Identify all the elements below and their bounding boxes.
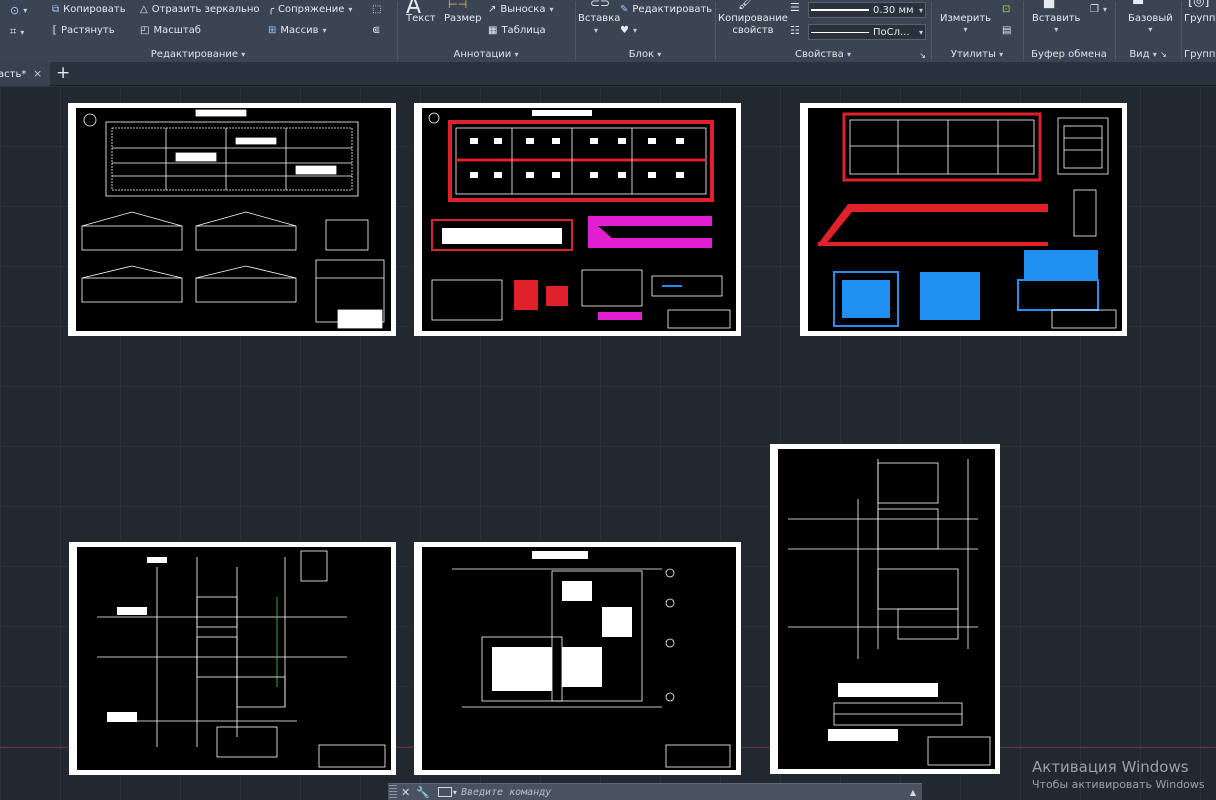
paste-icon: ▆ [1044, 0, 1054, 9]
block-edit-icon: ✎ [620, 4, 629, 15]
windows-activation-watermark: Активация Windows Чтобы активировать Win… [1032, 758, 1205, 791]
lineweight-icon: ☰ [790, 1, 800, 14]
drawing-floor-plan [452, 551, 731, 768]
drawing-plan-sections [81, 109, 385, 329]
panel-modify: ⊙ ▾ ⌗ ▾ ⧉ Копировать △ Отразить зеркально … [0, 0, 396, 62]
group-button[interactable]: Группа [1184, 13, 1216, 24]
linetype-select[interactable]: ПоСл... ▾ [808, 24, 926, 40]
base-view-icon: ▬ [1132, 0, 1145, 9]
array-button[interactable]: ⊞ Массив ▾ [268, 25, 327, 36]
calculator-icon[interactable]: ▤ [1002, 25, 1011, 36]
panel-annotation: A Текст ⊢⊣ Размер ↗ Выноска ▾ ▦ Таблица … [398, 0, 574, 62]
layout-sheet-1[interactable] [68, 103, 396, 336]
panel-utilities: Измерить ▾ ⊡ ▤ Утилиты ▾ [932, 0, 1022, 62]
frame-icon: ⌗ [10, 25, 17, 38]
mirror-button[interactable]: △ Отразить зеркально [140, 4, 260, 15]
command-line: ✕ 🔧 ▾ ▲ [388, 783, 922, 800]
document-tab[interactable]: асть* [0, 62, 50, 86]
eye-icon: ⊙ [10, 4, 20, 17]
table-icon: ▦ [488, 25, 498, 36]
panel-block: ⊂⊃ Вставка ▾ ✎ Редактировать ♥ ▾ Блок ▾ [576, 0, 714, 62]
autocad-window: ⊙ ▾ ⌗ ▾ ⧉ Копировать △ Отразить зеркально … [0, 0, 1216, 800]
attribute-icon: ♥ [620, 25, 629, 36]
add-tab-icon[interactable]: + [56, 63, 70, 83]
attribute-button[interactable]: ♥ ▾ [620, 25, 637, 36]
paste-button[interactable]: Вставить ▾ [1032, 13, 1080, 35]
insert-button[interactable]: Вставка [578, 13, 620, 24]
close-icon[interactable]: × [33, 67, 42, 80]
command-history-icon[interactable] [437, 787, 452, 797]
table-button[interactable]: ▦ Таблица [488, 25, 546, 36]
copy-clip-button[interactable]: ❐ ▾ [1090, 4, 1107, 15]
chevron-up-icon[interactable]: ▲ [910, 788, 916, 797]
panel-clipboard: ▆ Вставить ▾ ❐ ▾ Буфер обмена [1024, 0, 1114, 62]
wrench-icon[interactable]: 🔧 [416, 786, 430, 799]
panel-properties: 🖌 Копирование свойств ☰ 0.30 мм ▾ ☷ ПоСл… [716, 0, 930, 62]
dimension-icon: ⊢⊣ [448, 0, 468, 11]
panel-groups: [◎] Группа Групп [1182, 0, 1216, 62]
fillet-button[interactable]: ╭ Сопряжение ▾ [268, 4, 352, 15]
array-icon: ⊞ [268, 25, 277, 36]
panel-title-properties[interactable]: Свойства ▾ [716, 49, 930, 60]
stretch-icon: ⟦ [52, 25, 57, 36]
layout-sheet-6[interactable] [770, 444, 1000, 774]
offset-button[interactable]: ⋐ [372, 25, 380, 36]
measure-button[interactable]: Измерить ▾ [940, 13, 991, 35]
frame-dropdown[interactable]: ⌗ ▾ [10, 25, 24, 39]
scale-icon: ◰ [140, 25, 150, 36]
scale-button[interactable]: ◰ Масштаб [140, 25, 201, 36]
insert-icon: ⊂⊃ [590, 0, 611, 10]
match-properties-icon: 🖌 [738, 0, 754, 10]
drawing-blue-zones [818, 112, 1117, 329]
dimension-button[interactable]: Размер [444, 13, 482, 24]
3d-box-button[interactable]: ⬚ [372, 4, 381, 15]
layout-sheet-5[interactable] [414, 542, 741, 775]
layout-sheet-4[interactable] [69, 542, 396, 775]
chevron-down-icon[interactable]: ▾ [453, 788, 457, 797]
layout-sheet-3[interactable] [800, 103, 1127, 336]
command-input[interactable] [460, 784, 910, 800]
box-icon: ⬚ [372, 4, 382, 15]
panel-title-modify[interactable]: Редактирование ▾ [0, 49, 396, 60]
block-edit-button[interactable]: ✎ Редактировать [620, 4, 712, 15]
mirror-icon: △ [140, 4, 148, 15]
linetype-icon: ☷ [790, 24, 800, 37]
stretch-button[interactable]: ⟦ Растянуть [52, 25, 115, 36]
panel-title-view[interactable]: Вид ▾ ↘ [1116, 49, 1180, 60]
group-icon: [◎] [1188, 0, 1210, 9]
leader-icon: ↗ [488, 4, 497, 15]
copy-clip-icon: ❐ [1090, 4, 1099, 15]
base-view-button[interactable]: Базовый ▾ [1128, 13, 1173, 35]
panel-title-clipboard[interactable]: Буфер обмена [1024, 49, 1114, 60]
drawing-red-markup [428, 110, 731, 329]
quick-select-icon[interactable]: ⊡ [1002, 4, 1010, 15]
text-button[interactable]: Текст [406, 13, 436, 24]
match-properties-button[interactable]: Копирование свойств [718, 13, 788, 37]
fillet-icon: ╭ [268, 4, 275, 15]
leader-button[interactable]: ↗ Выноска ▾ [488, 4, 553, 15]
panel-view: ▬ Базовый ▾ Вид ▾ ↘ [1116, 0, 1180, 62]
drawing-schematic-portrait [788, 459, 991, 766]
close-icon[interactable]: ✕ [401, 786, 410, 799]
copy-button[interactable]: ⧉ Копировать [52, 4, 126, 15]
document-tab-bar: асть* × + [0, 62, 1216, 86]
drag-handle[interactable] [389, 785, 397, 799]
lineweight-select[interactable]: 0.30 мм ▾ [808, 2, 926, 18]
layout-sheet-2[interactable] [414, 103, 741, 336]
panel-title-block[interactable]: Блок ▾ [576, 49, 714, 60]
offset-icon: ⋐ [372, 25, 381, 36]
properties-dialog-launcher[interactable]: ↘ [919, 51, 926, 60]
ribbon: ⊙ ▾ ⌗ ▾ ⧉ Копировать △ Отразить зеркально … [0, 0, 1216, 62]
copy-icon: ⧉ [52, 4, 60, 15]
panel-title-annotation[interactable]: Аннотации ▾ [398, 49, 574, 60]
panel-title-groups[interactable]: Групп [1184, 49, 1216, 60]
panel-title-utilities[interactable]: Утилиты ▾ [932, 49, 1022, 60]
drawing-schematic-1 [97, 550, 386, 768]
orbit-dropdown[interactable]: ⊙ ▾ [10, 4, 27, 17]
drawing-canvas[interactable] [0, 86, 1216, 800]
